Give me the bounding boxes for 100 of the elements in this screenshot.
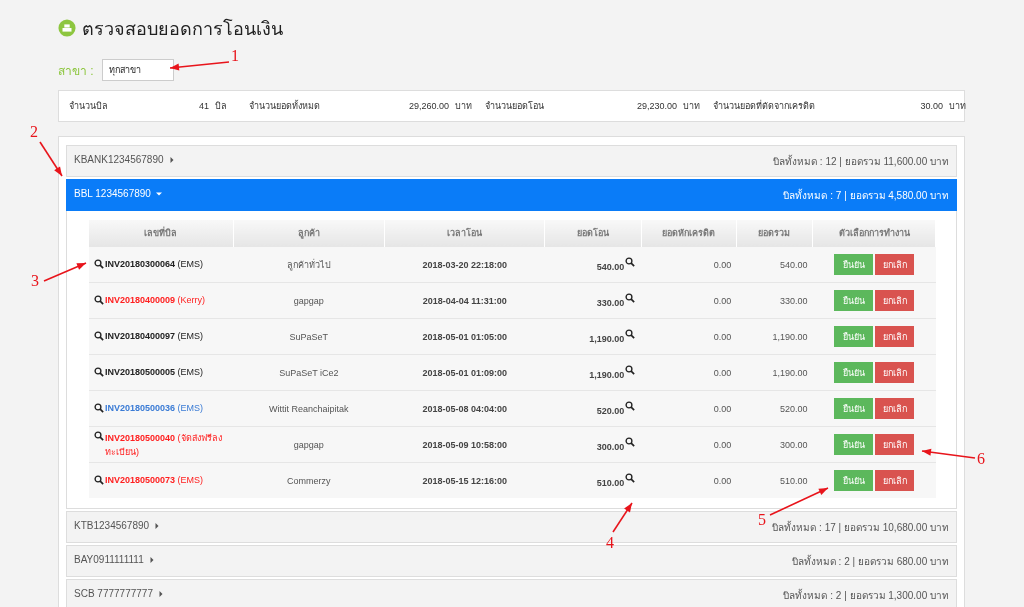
caret-icon (157, 591, 164, 597)
table-cell: gapgap (233, 426, 385, 463)
search-icon[interactable] (94, 295, 104, 305)
account-name: KBANK1234567890 (74, 154, 164, 165)
account-header[interactable]: BBL 1234567890 บิลทั้งหมด : 7 | ยอดรวม 4,580.00 บาท (66, 179, 957, 211)
confirm-button[interactable]: ยืนยัน (834, 326, 873, 347)
table-cell: 2018-03-20 22:18:00 (384, 246, 545, 283)
table-cell: 300.00 (736, 426, 813, 463)
table-cell: 0.00 (641, 426, 737, 463)
search-icon[interactable] (625, 437, 636, 448)
summary-value: 30.00 (919, 101, 943, 111)
table-cell: 2018-05-09 10:58:00 (384, 426, 545, 463)
table-cell: 510.00 (596, 477, 625, 488)
summary-label: จำนวนยอดที่ตัดจากเครดิต (713, 99, 816, 113)
account-header[interactable]: KBANK1234567890 บิลทั้งหมด : 12 | ยอดรวม 11,600.00 บาท (66, 145, 957, 177)
table-cell: 300.00 (596, 441, 625, 452)
search-icon[interactable] (94, 259, 104, 269)
table-cell: 520.00 (736, 390, 813, 427)
confirm-button[interactable]: ยืนยัน (834, 398, 873, 419)
branch-label: สาขา : (58, 62, 94, 80)
cancel-button[interactable]: ยกเลิก (875, 434, 914, 455)
search-icon[interactable] (94, 403, 104, 413)
summary-label: จำนวนยอดทั้งหมด (249, 99, 321, 113)
account-header[interactable]: SCB 7777777777 บิลทั้งหมด : 2 | ยอดรวม 1,300.00 บาท (66, 579, 957, 607)
confirm-button[interactable]: ยืนยัน (834, 254, 873, 275)
cancel-button[interactable]: ยกเลิก (875, 290, 914, 311)
table-cell: 1,190.00 (736, 354, 813, 391)
table-cell: 0.00 (641, 246, 737, 283)
search-icon[interactable] (625, 257, 636, 268)
summary-value: 29,230.00 (635, 101, 677, 111)
annotation-number: 2 (30, 124, 38, 140)
table-cell: 0.00 (641, 390, 737, 427)
table-cell: 1,190.00 (589, 333, 625, 344)
account-totals: บิลทั้งหมด : 7 | ยอดรวม 4,580.00 บาท (783, 188, 949, 203)
confirm-button[interactable]: ยืนยัน (834, 470, 873, 491)
column-header: เลขที่บิล (89, 220, 233, 247)
summary-label: จำนวนยอดโอน (485, 100, 545, 113)
account-totals: บิลทั้งหมด : 2 | ยอดรวม 1,300.00 บาท (783, 588, 949, 603)
cancel-button[interactable]: ยกเลิก (875, 470, 914, 491)
account-totals: บิลทั้งหมด : 12 | ยอดรวม 11,600.00 บาท (773, 154, 949, 169)
table-cell: 0.00 (641, 462, 737, 498)
table-cell: 0.00 (641, 282, 737, 319)
table-cell: ลูกค้าทั่วไป (233, 246, 385, 283)
search-icon[interactable] (94, 331, 104, 341)
search-icon[interactable] (625, 365, 636, 376)
table-cell: gapgap (233, 282, 385, 319)
search-icon[interactable] (625, 293, 636, 304)
account-name: KTB1234567890 (74, 520, 150, 531)
search-icon[interactable] (94, 430, 104, 441)
table-cell: SuPaSeT (233, 318, 385, 355)
annotation-arrow (921, 448, 976, 459)
table-cell: 2018-05-01 01:09:00 (384, 354, 545, 391)
annotation-number: 3 (31, 273, 39, 289)
table-cell: 1,190.00 (736, 318, 813, 355)
summary-unit: บาท (948, 100, 967, 113)
column-header: ลูกค้า (233, 220, 385, 247)
table-cell: 330.00 (596, 297, 625, 308)
summary-unit: บาท (454, 100, 473, 113)
annotation-number: 1 (231, 48, 239, 64)
cancel-button[interactable]: ยกเลิก (875, 398, 914, 419)
table-cell: 2018-05-08 04:04:00 (384, 390, 545, 427)
annotation-number: 5 (758, 512, 766, 528)
caret-icon (148, 557, 155, 563)
table-cell: 2018-04-04 11:31:00 (384, 282, 545, 319)
search-icon[interactable] (625, 329, 636, 340)
annotation-number: 6 (977, 451, 985, 467)
summary-value: 41 (198, 101, 209, 111)
confirm-button[interactable]: ยืนยัน (834, 434, 873, 455)
search-icon[interactable] (94, 475, 104, 485)
summary-value: 29,260.00 (407, 101, 449, 111)
table-cell: 0.00 (641, 318, 737, 355)
account-name: SCB 7777777777 (74, 588, 153, 599)
summary-unit: บาท (682, 100, 701, 113)
table-cell: 520.00 (596, 405, 625, 416)
table-cell: 330.00 (736, 282, 813, 319)
page-title: ตรวจสอบยอดการโอนเงิน (82, 17, 283, 41)
table-cell: SuPaSeT iCe2 (233, 354, 385, 391)
search-icon[interactable] (94, 367, 104, 377)
caret-icon (168, 157, 175, 163)
annotation-arrow (769, 487, 829, 516)
annotation-arrow (43, 262, 87, 282)
search-icon[interactable] (625, 473, 636, 484)
branch-field[interactable]: ทุกสาขา (101, 59, 174, 81)
annotation-arrow (169, 61, 230, 71)
confirm-button[interactable]: ยืนยัน (834, 290, 873, 311)
summary-label: จำนวนบิล (69, 100, 109, 113)
confirm-button[interactable]: ยืนยัน (834, 362, 873, 383)
cancel-button[interactable]: ยกเลิก (875, 254, 914, 275)
column-header: ยอดรวม (736, 220, 813, 247)
search-icon[interactable] (625, 401, 636, 412)
table-cell: 0.00 (641, 354, 737, 391)
account-name: BAY0911111111 (74, 554, 144, 565)
annotation-arrow (39, 141, 63, 177)
table-cell: 2018-05-15 12:16:00 (384, 462, 545, 498)
caret-icon (154, 523, 161, 529)
table-cell: 2018-05-01 01:05:00 (384, 318, 545, 355)
cancel-button[interactable]: ยกเลิก (875, 326, 914, 347)
cancel-button[interactable]: ยกเลิก (875, 362, 914, 383)
table-cell: Commerzy (233, 462, 385, 498)
column-header: ยอดโอน (544, 220, 642, 247)
